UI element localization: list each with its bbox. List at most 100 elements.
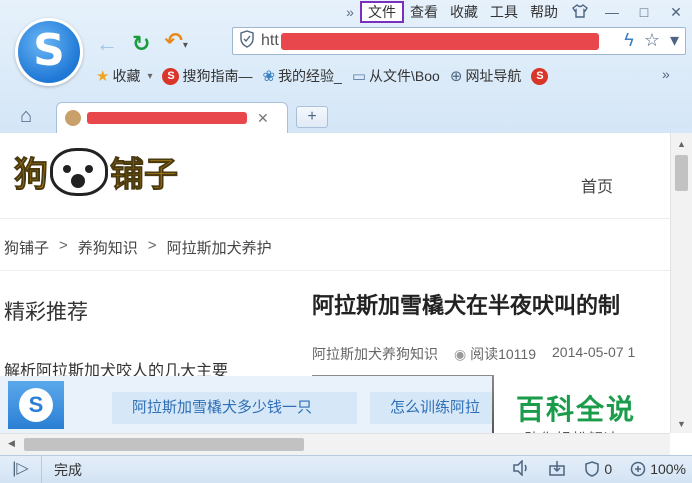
- bookmark-favorites[interactable]: ★ 收藏 ▾: [96, 66, 152, 86]
- article-meta: 阿拉斯加犬养狗知识 ◉ 阅读10119 2014-05-07 1: [312, 344, 635, 364]
- sogou-search-letter: S: [19, 388, 53, 422]
- folder-icon: ▭: [351, 68, 367, 85]
- suggestion-chip[interactable]: 怎么训练阿拉: [370, 392, 492, 424]
- status-actions: 0 100%: [512, 456, 686, 482]
- read-count-text: 阅读10119: [470, 346, 537, 362]
- browser-chrome: » 文件 查看 收藏 工具 帮助 — □ ✕ S ← ↻ ↶▾ htt ϟ ☆ …: [0, 0, 692, 133]
- bookmark-label: 搜狗指南—: [182, 68, 253, 84]
- suggestion-chip[interactable]: 阿拉斯加雪橇犬多少钱一只: [112, 392, 357, 424]
- menu-view[interactable]: 查看: [404, 1, 444, 23]
- bookmark-label: 我的经验_: [278, 68, 342, 84]
- menu-file[interactable]: 文件: [360, 1, 404, 23]
- scroll-thumb[interactable]: [675, 155, 688, 191]
- zoom-control[interactable]: 100%: [630, 461, 686, 477]
- bookmark-label: 网址导航: [465, 68, 522, 84]
- star-icon: ★: [96, 68, 110, 85]
- tab-title-redaction: [87, 112, 247, 124]
- vertical-scrollbar[interactable]: ▲ ▼: [670, 133, 692, 433]
- chevron-down-icon: ▾: [147, 70, 153, 82]
- breadcrumb-separator: >: [59, 237, 68, 254]
- shirt-icon[interactable]: [564, 3, 596, 21]
- scroll-thumb[interactable]: [24, 438, 304, 451]
- back-arrow-icon[interactable]: ←: [96, 31, 118, 57]
- bookmark-sogou-guide[interactable]: S 搜狗指南—: [162, 66, 252, 86]
- url-redaction: [281, 33, 599, 50]
- breadcrumb: 狗铺子 > 养狗知识 > 阿拉斯加犬养护: [4, 237, 272, 258]
- address-dropdown-icon[interactable]: ▾: [670, 30, 679, 51]
- tab-active[interactable]: ✕: [56, 102, 288, 133]
- breadcrumb-current[interactable]: 阿拉斯加犬养护: [167, 237, 272, 258]
- bookmark-star-icon[interactable]: ☆: [644, 30, 660, 51]
- new-tab-button[interactable]: +: [296, 106, 328, 128]
- security-shield-icon[interactable]: [233, 29, 261, 53]
- sina-icon: S: [531, 67, 549, 85]
- article-title: 阿拉斯加雪橇犬在半夜吠叫的制: [312, 293, 621, 318]
- status-bar: |▷ 完成 0 100%: [0, 455, 692, 483]
- baike-title: 百科全说: [516, 394, 637, 425]
- nav-buttons: ← ↻ ↶▾: [96, 28, 188, 59]
- logo-char-left: 狗: [14, 155, 49, 196]
- site-header: 狗 铺子 首页: [0, 133, 670, 219]
- site-logo[interactable]: 狗 铺子: [14, 147, 179, 196]
- sogou-icon: S: [162, 67, 180, 85]
- logo-letter: S: [33, 24, 65, 76]
- shield-icon: [585, 461, 600, 477]
- undo-close-icon[interactable]: ↶▾: [164, 28, 187, 59]
- globe-icon: ⊕: [449, 68, 463, 85]
- logo-char-right: 铺子: [110, 155, 179, 196]
- nav-home-link[interactable]: 首页: [581, 173, 613, 197]
- address-bar[interactable]: htt ϟ ☆ ▾: [232, 27, 686, 55]
- sound-icon[interactable]: [512, 458, 530, 479]
- adblock-count: 0: [604, 461, 613, 477]
- paw-icon: ❀: [262, 68, 276, 85]
- bookmarks-bar: ★ 收藏 ▾ S 搜狗指南— ❀ 我的经验_ ▭ 从文件\Boo ⊕ 网址导航 …: [96, 66, 670, 86]
- article-category-link[interactable]: 阿拉斯加犬养狗知识: [312, 344, 438, 364]
- scroll-left-icon[interactable]: ◀: [8, 438, 15, 449]
- close-window-button[interactable]: ✕: [660, 4, 692, 21]
- divider: [0, 270, 670, 271]
- sidebar-toggle-icon[interactable]: |▷: [0, 456, 42, 483]
- menu-help[interactable]: 帮助: [524, 1, 564, 23]
- bookmark-label: 从文件\Boo: [369, 68, 440, 84]
- refresh-icon[interactable]: ↻: [132, 31, 150, 57]
- speed-mode-icon[interactable]: ϟ: [624, 30, 634, 51]
- scroll-down-icon[interactable]: ▼: [677, 419, 686, 429]
- home-icon[interactable]: ⌂: [20, 105, 32, 128]
- menu-tools[interactable]: 工具: [484, 1, 524, 23]
- bookmark-url-nav[interactable]: ⊕ 网址导航: [450, 66, 522, 86]
- menu-favorites[interactable]: 收藏: [444, 1, 484, 23]
- close-tab-icon[interactable]: ✕: [257, 110, 269, 127]
- minimize-button[interactable]: —: [596, 4, 628, 20]
- dalmatian-icon: [50, 147, 108, 196]
- bookmarks-overflow-icon[interactable]: »: [662, 66, 670, 82]
- menu-overflow-icon[interactable]: »: [340, 4, 360, 20]
- menu-bar: » 文件 查看 收藏 工具 帮助 — □ ✕: [340, 0, 692, 24]
- bookmark-from-file[interactable]: ▭ 从文件\Boo: [352, 66, 440, 86]
- article-read-count: ◉ 阅读10119: [454, 344, 536, 364]
- dog-favicon-icon: [65, 110, 81, 126]
- suggestion-bar: S 阿拉斯加雪橇犬多少钱一只 怎么训练阿拉: [0, 376, 492, 434]
- status-text: 完成: [54, 461, 82, 478]
- sidebar-title: 精彩推荐: [4, 301, 88, 324]
- download-icon[interactable]: [548, 460, 566, 479]
- breadcrumb-home[interactable]: 狗铺子: [4, 237, 49, 258]
- scroll-up-icon[interactable]: ▲: [677, 139, 686, 149]
- article-date: 2014-05-07 1: [552, 344, 636, 360]
- bookmark-label: 收藏: [112, 68, 141, 84]
- undo-glyph: ↶: [164, 28, 183, 53]
- breadcrumb-separator: >: [147, 237, 157, 254]
- adblock-indicator[interactable]: 0: [584, 461, 612, 477]
- sogou-search-logo[interactable]: S: [8, 381, 64, 429]
- sogou-browser-logo[interactable]: S: [15, 18, 83, 86]
- horizontal-scrollbar[interactable]: ◀: [0, 433, 670, 455]
- eye-icon: ◉: [454, 346, 467, 362]
- maximize-button[interactable]: □: [628, 4, 660, 20]
- tab-bar: ⌂ ✕ +: [0, 100, 692, 133]
- url-text: htt: [261, 32, 279, 49]
- undo-dropdown-icon[interactable]: ▾: [183, 40, 188, 51]
- bookmark-sina[interactable]: S: [531, 67, 549, 85]
- bookmark-my-experience[interactable]: ❀ 我的经验_: [262, 66, 341, 86]
- address-actions: ϟ ☆ ▾: [624, 30, 679, 51]
- breadcrumb-knowledge[interactable]: 养狗知识: [78, 237, 138, 258]
- zoom-icon: [630, 461, 646, 477]
